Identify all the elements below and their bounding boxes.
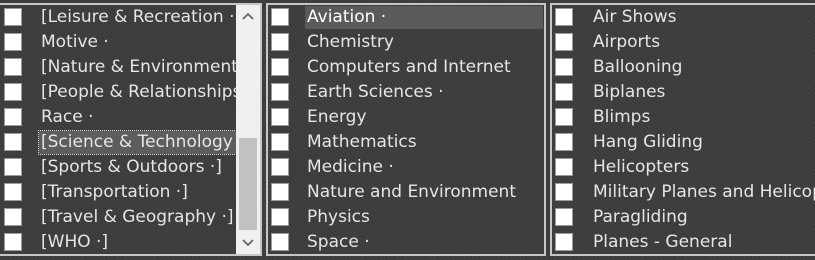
scroll-up-button[interactable]: [236, 6, 260, 26]
list-item-label: Biplanes: [593, 82, 666, 102]
checkbox[interactable]: [271, 183, 289, 201]
topic-list[interactable]: Air Shows Airports Ballooning Biplanes B…: [550, 3, 815, 256]
checkbox[interactable]: [271, 8, 289, 26]
checkbox[interactable]: [4, 158, 22, 176]
list-item-label: Hang Gliding: [593, 132, 703, 152]
list-item[interactable]: Ballooning: [552, 55, 815, 80]
checkbox[interactable]: [555, 58, 573, 76]
list-item[interactable]: Computers and Internet: [268, 55, 544, 80]
list-item[interactable]: [Sports & Outdoors ·]: [0, 155, 260, 180]
checkbox[interactable]: [555, 8, 573, 26]
checkbox[interactable]: [4, 83, 22, 101]
list-item-label: Ballooning: [593, 57, 683, 77]
list-item[interactable]: Paragliding: [552, 205, 815, 230]
checkbox[interactable]: [555, 158, 573, 176]
list-item-label: [Science & Technology ·]: [37, 130, 254, 155]
checkbox[interactable]: [555, 233, 573, 251]
checkbox[interactable]: [271, 58, 289, 76]
list-item-label: Paragliding: [593, 207, 688, 227]
checkbox[interactable]: [555, 108, 573, 126]
list-item[interactable]: [Leisure & Recreation ·]: [0, 5, 260, 30]
list-item[interactable]: Physics: [268, 205, 544, 230]
checkbox[interactable]: [271, 133, 289, 151]
list-item[interactable]: Energy: [268, 105, 544, 130]
list-item[interactable]: Blimps: [552, 105, 815, 130]
checkbox[interactable]: [4, 208, 22, 226]
list-item[interactable]: Earth Sciences ·: [268, 80, 544, 105]
list-item-label: Earth Sciences ·: [307, 82, 444, 102]
list-item-label: Physics: [307, 207, 370, 227]
list-item[interactable]: Medicine ·: [268, 155, 544, 180]
list-item[interactable]: Military Planes and Helicopters: [552, 180, 815, 205]
list-item-label: Mathematics: [307, 132, 417, 152]
list-item[interactable]: [WHO ·]: [0, 230, 260, 254]
list-item-label: Medicine ·: [307, 157, 394, 177]
checkbox[interactable]: [555, 183, 573, 201]
list-item-label: Blimps: [593, 107, 651, 127]
list-item[interactable]: Nature and Environment: [268, 180, 544, 205]
list-item[interactable]: Hang Gliding: [552, 130, 815, 155]
list-item-label: Space ·: [307, 232, 370, 252]
list-item[interactable]: [People & Relationships ·: [0, 80, 260, 105]
list-item-label: [Nature & Environment ·]: [41, 57, 256, 77]
list-item[interactable]: Chemistry: [268, 30, 544, 55]
subcategory-list[interactable]: Aviation · Chemistry Computers and Inter…: [266, 3, 546, 256]
chevron-down-icon: [242, 239, 254, 247]
list-item[interactable]: [Travel & Geography ·]: [0, 205, 260, 230]
list-item-label: [Leisure & Recreation ·]: [41, 7, 242, 27]
checkbox[interactable]: [271, 158, 289, 176]
list-item-label: [Transportation ·]: [41, 182, 188, 202]
list-item[interactable]: Airports: [552, 30, 815, 55]
scroll-down-button[interactable]: [236, 233, 260, 253]
list-item-label: [Sports & Outdoors ·]: [41, 157, 222, 177]
checkbox[interactable]: [555, 83, 573, 101]
list-item-label: Energy: [307, 107, 367, 127]
checkbox[interactable]: [271, 33, 289, 51]
list-item[interactable]: Planes - General: [552, 230, 815, 254]
list-item[interactable]: [Transportation ·]: [0, 180, 260, 205]
checkbox[interactable]: [4, 8, 22, 26]
list-item-selected[interactable]: [Science & Technology ·]: [0, 130, 260, 155]
list-item-label: Chemistry: [307, 32, 394, 52]
list-item[interactable]: Race ·: [0, 105, 260, 130]
list-item-selected[interactable]: Aviation ·: [268, 5, 544, 30]
category-list[interactable]: [Leisure & Recreation ·] Motive · [Natur…: [0, 3, 262, 256]
checkbox[interactable]: [271, 233, 289, 251]
list-item-label: Planes - General: [593, 232, 733, 252]
list-item-label: [WHO ·]: [41, 232, 109, 252]
list-item-label: Nature and Environment: [307, 182, 516, 202]
list-item[interactable]: Helicopters: [552, 155, 815, 180]
list-item-label: Military Planes and Helicopters: [593, 182, 815, 202]
checkbox[interactable]: [4, 108, 22, 126]
checkbox[interactable]: [555, 33, 573, 51]
scrollbar-thumb[interactable]: [239, 138, 257, 230]
list-item-label: Computers and Internet: [307, 57, 511, 77]
checkbox[interactable]: [4, 233, 22, 251]
checkbox[interactable]: [271, 83, 289, 101]
list-item[interactable]: [Nature & Environment ·]: [0, 55, 260, 80]
list-item-label: Helicopters: [593, 157, 690, 177]
list-item[interactable]: Motive ·: [0, 30, 260, 55]
list-item-label: Air Shows: [593, 7, 677, 27]
list-item[interactable]: Biplanes: [552, 80, 815, 105]
chevron-up-icon: [242, 12, 254, 20]
checkbox[interactable]: [4, 183, 22, 201]
list-item-label: Race ·: [41, 107, 94, 127]
checkbox[interactable]: [271, 208, 289, 226]
list-item-label: Motive ·: [41, 32, 109, 52]
list-item-label: [People & Relationships ·: [41, 82, 253, 102]
list-item[interactable]: Air Shows: [552, 5, 815, 30]
checkbox[interactable]: [271, 108, 289, 126]
list-item[interactable]: Space ·: [268, 230, 544, 254]
list-item-label: Airports: [593, 32, 661, 52]
list-item-label: [Travel & Geography ·]: [41, 207, 234, 227]
checkbox[interactable]: [4, 133, 22, 151]
checkbox[interactable]: [4, 33, 22, 51]
checkbox[interactable]: [555, 208, 573, 226]
checkbox[interactable]: [555, 133, 573, 151]
vertical-scrollbar[interactable]: [236, 5, 260, 254]
checkbox[interactable]: [4, 58, 22, 76]
list-item[interactable]: Mathematics: [268, 130, 544, 155]
list-item-label: Aviation ·: [305, 6, 543, 29]
